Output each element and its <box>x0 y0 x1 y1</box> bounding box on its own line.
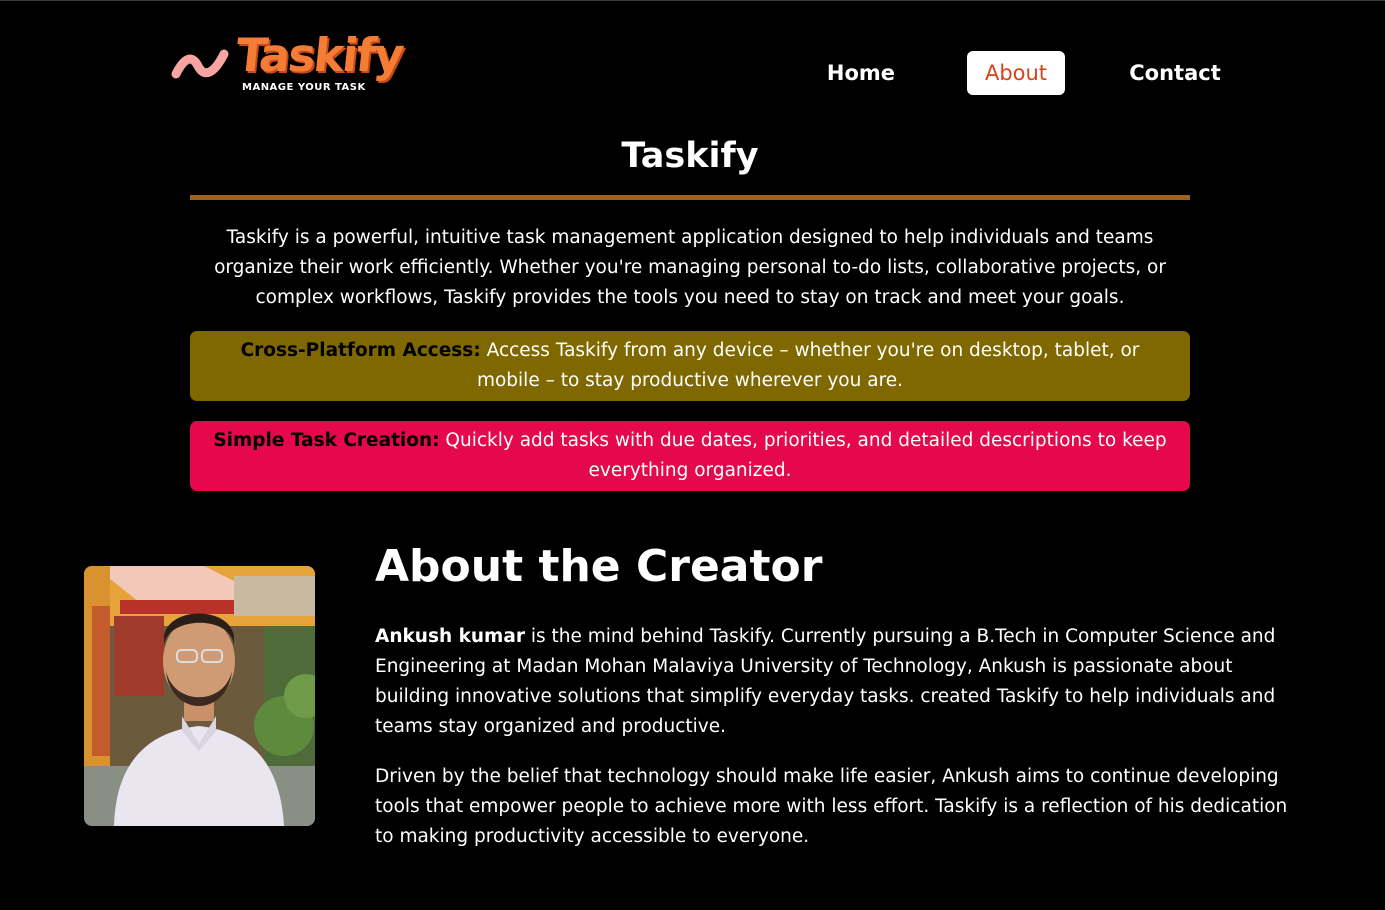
top-border <box>0 0 1385 1</box>
creator-name: Ankush kumar <box>375 626 525 647</box>
creator-bio-paragraph: Ankush kumar is the mind behind Taskify.… <box>375 622 1295 742</box>
nav-home-link[interactable]: Home <box>818 51 904 95</box>
title-divider <box>190 195 1190 200</box>
page-title: Taskify <box>621 136 759 176</box>
nav-contact-link[interactable]: Contact <box>1122 51 1228 95</box>
feature-title: Cross-Platform Access: <box>240 340 481 361</box>
creator-mission-paragraph: Driven by the belief that technology sho… <box>375 766 1288 847</box>
feature-text: Access Taskify from any device – whether… <box>476 340 1140 391</box>
feature-card-task-creation: Simple Task Creation: Quickly add tasks … <box>190 421 1190 491</box>
intro-description: Taskify is a powerful, intuitive task ma… <box>214 227 1166 308</box>
creator-photo <box>84 566 315 826</box>
nav-about-link[interactable]: About <box>967 51 1065 95</box>
feature-card-cross-platform: Cross-Platform Access: Access Taskify fr… <box>190 331 1190 401</box>
feature-title: Simple Task Creation: <box>213 430 440 451</box>
creator-heading: About the Creator <box>375 541 823 592</box>
creator-portrait-image <box>84 566 315 826</box>
main-nav: Home About Contact <box>0 51 1385 95</box>
feature-text: Quickly add tasks with due dates, priori… <box>439 430 1167 481</box>
